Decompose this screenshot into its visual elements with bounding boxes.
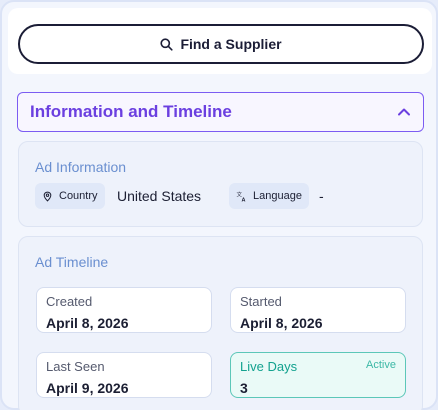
chevron-up-icon xyxy=(398,108,410,116)
created-label: Created xyxy=(46,294,93,309)
language-label: Language xyxy=(253,190,302,202)
last-seen-tile: Last Seen April 9, 2026 xyxy=(36,352,212,398)
created-value: April 8, 2026 xyxy=(46,315,129,331)
ad-information-card: Ad Information Country United States 文 A… xyxy=(18,141,423,227)
live-days-value: 3 xyxy=(240,380,248,396)
active-status-badge: Active xyxy=(366,359,396,371)
ad-information-title: Ad Information xyxy=(35,159,127,175)
find-supplier-label: Find a Supplier xyxy=(180,36,282,52)
language-tag: 文 A Language xyxy=(229,183,309,209)
started-label: Started xyxy=(240,294,282,309)
last-seen-label: Last Seen xyxy=(46,359,105,374)
find-supplier-button[interactable]: Find a Supplier xyxy=(18,24,424,64)
started-tile: Started April 8, 2026 xyxy=(230,287,406,333)
ad-timeline-card: Ad Timeline Created April 8, 2026 Starte… xyxy=(18,236,423,410)
translate-icon: 文 A xyxy=(236,191,246,202)
country-value: United States xyxy=(117,188,202,204)
svg-text:A: A xyxy=(242,197,246,201)
search-icon xyxy=(160,37,174,51)
section-title: Information and Timeline xyxy=(30,102,232,121)
started-value: April 8, 2026 xyxy=(240,315,323,331)
created-tile: Created April 8, 2026 xyxy=(36,287,212,333)
live-days-tile: Live Days 3 Active xyxy=(230,352,406,398)
ad-timeline-title: Ad Timeline xyxy=(35,254,109,270)
country-label: Country xyxy=(59,190,98,202)
country-tag: Country xyxy=(35,183,105,209)
ad-details-panel: Find a Supplier Information and Timeline… xyxy=(0,0,438,410)
location-pin-icon xyxy=(43,191,52,202)
information-timeline-toggle[interactable]: Information and Timeline xyxy=(17,92,424,132)
language-value: - xyxy=(319,188,324,204)
last-seen-value: April 9, 2026 xyxy=(46,380,129,396)
